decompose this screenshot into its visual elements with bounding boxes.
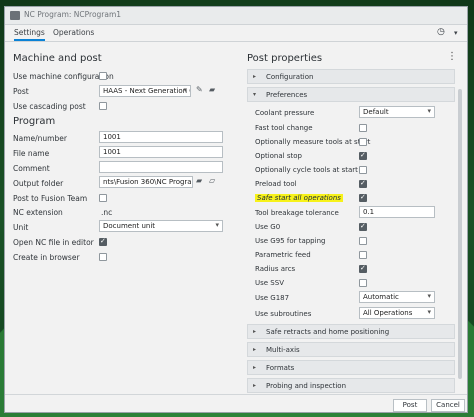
file-name-label: File name — [13, 149, 50, 158]
open-nc-file-checkbox[interactable] — [99, 237, 107, 246]
use-ssv-checkbox[interactable] — [359, 279, 367, 287]
group-preferences-label: Preferences — [266, 91, 308, 99]
tab-settings[interactable]: Settings — [14, 28, 45, 41]
use-g187-value: Automatic — [363, 293, 399, 301]
optionally-cycle-label: Optionally cycle tools at start — [255, 166, 358, 174]
preload-tool-checkbox[interactable] — [359, 179, 367, 188]
use-g187-label: Use G187 — [255, 294, 290, 302]
post-select[interactable]: HAAS - Next Generation Cc — [99, 85, 191, 97]
edit-pencil-icon[interactable]: ✎ — [196, 85, 203, 94]
use-cascading-post-label: Use cascading post — [13, 102, 86, 111]
scrollbar[interactable] — [458, 89, 462, 379]
use-machine-configuration-checkbox[interactable] — [99, 72, 107, 80]
group-formats[interactable]: ▸ Formats — [247, 360, 455, 375]
tab-bar: Settings Operations ◷ ▾ — [5, 25, 467, 42]
parametric-feed-checkbox[interactable] — [359, 251, 367, 259]
post-button[interactable]: Post — [393, 399, 427, 412]
name-number-label: Name/number — [13, 134, 67, 143]
safe-start-label: Safe start all operations — [255, 194, 343, 202]
parametric-feed-label: Parametric feed — [255, 251, 311, 259]
unit-label: Unit — [13, 223, 29, 232]
group-formats-label: Formats — [266, 364, 295, 372]
program-section-title: Program — [13, 116, 56, 127]
dialog-footer: Post Cancel — [5, 394, 467, 412]
nc-program-icon — [10, 11, 20, 20]
nc-extension-value: .nc — [101, 208, 113, 217]
chevron-right-icon: ▸ — [253, 364, 257, 371]
use-g95-label: Use G95 for tapping — [255, 237, 326, 245]
group-configuration[interactable]: ▸ Configuration — [247, 69, 455, 84]
unit-select[interactable]: Document unit — [99, 220, 223, 232]
chevron-right-icon: ▸ — [253, 73, 257, 80]
tool-breakage-input[interactable]: 0.1 — [359, 206, 435, 218]
group-safe-retracts-label: Safe retracts and home positioning — [266, 328, 390, 336]
use-cascading-post-checkbox[interactable] — [99, 102, 107, 110]
name-number-input[interactable]: 1001 — [99, 131, 223, 143]
folder-icon[interactable]: ▰ — [196, 176, 202, 185]
settings-panel: Machine and post Use machine configurati… — [5, 43, 233, 412]
radius-arcs-checkbox[interactable] — [359, 264, 367, 273]
output-folder-label: Output folder — [13, 179, 64, 188]
chevron-down-icon: ▾ — [253, 91, 257, 98]
optional-stop-checkbox[interactable] — [359, 151, 367, 160]
coolant-pressure-label: Coolant pressure — [255, 109, 315, 117]
post-to-fusion-team-checkbox[interactable] — [99, 194, 107, 202]
radius-arcs-label: Radius arcs — [255, 265, 296, 273]
optionally-cycle-checkbox[interactable] — [359, 166, 367, 174]
coolant-pressure-value: Default — [363, 108, 389, 116]
coolant-pressure-select[interactable]: Default — [359, 106, 435, 118]
group-multi-axis-label: Multi-axis — [266, 346, 300, 354]
post-properties-title: Post properties — [247, 53, 323, 64]
group-multi-axis[interactable]: ▸ Multi-axis — [247, 342, 455, 357]
title-bar: NC Program: NCProgram1 — [5, 7, 467, 25]
open-folder-icon[interactable]: ▱ — [209, 176, 215, 185]
use-subroutines-select[interactable]: All Operations — [359, 307, 435, 319]
use-ssv-label: Use SSV — [255, 279, 284, 287]
unit-value: Document unit — [103, 222, 156, 230]
chevron-right-icon: ▸ — [253, 346, 257, 353]
use-g95-checkbox[interactable] — [359, 237, 367, 245]
cancel-button[interactable]: Cancel — [431, 399, 465, 412]
use-g0-checkbox[interactable] — [359, 222, 367, 231]
optional-stop-label: Optional stop — [255, 152, 302, 160]
window-title: NC Program: NCProgram1 — [24, 10, 122, 19]
preload-tool-label: Preload tool — [255, 180, 297, 188]
create-in-browser-checkbox[interactable] — [99, 253, 107, 261]
chevron-right-icon: ▸ — [253, 382, 257, 389]
post-value: HAAS - Next Generation Cc — [103, 87, 191, 95]
use-g187-select[interactable]: Automatic — [359, 291, 435, 303]
file-name-input[interactable]: 1001 — [99, 146, 223, 158]
group-preferences[interactable]: ▾ Preferences — [247, 87, 455, 102]
use-subroutines-value: All Operations — [363, 309, 413, 317]
more-options-icon[interactable]: ⋮ — [447, 51, 457, 62]
chevron-right-icon: ▸ — [253, 328, 257, 335]
post-to-fusion-team-label: Post to Fusion Team — [13, 194, 88, 203]
group-probing[interactable]: ▸ Probing and inspection — [247, 378, 455, 393]
tab-operations[interactable]: Operations — [53, 28, 94, 37]
nc-program-dialog: NC Program: NCProgram1 Settings Operatio… — [4, 6, 468, 413]
open-nc-file-label: Open NC file in editor — [13, 238, 94, 247]
help-clock-icon[interactable]: ◷ — [437, 27, 445, 37]
machine-section-title: Machine and post — [13, 53, 102, 64]
folder-icon[interactable]: ▰ — [209, 85, 215, 94]
fast-tool-change-label: Fast tool change — [255, 124, 313, 132]
group-probing-label: Probing and inspection — [266, 382, 347, 390]
post-label: Post — [13, 87, 29, 96]
use-g0-label: Use G0 — [255, 223, 281, 231]
comment-label: Comment — [13, 164, 50, 173]
safe-start-checkbox[interactable] — [359, 193, 367, 202]
group-safe-retracts[interactable]: ▸ Safe retracts and home positioning — [247, 324, 455, 339]
output-folder-input[interactable]: nts\Fusion 360\NC Programs — [99, 176, 193, 188]
optionally-measure-label: Optionally measure tools at start — [255, 138, 371, 146]
comment-input[interactable] — [99, 161, 223, 173]
tool-breakage-label: Tool breakage tolerance — [255, 209, 339, 217]
optionally-measure-checkbox[interactable] — [359, 138, 367, 146]
post-properties-panel: Post properties ⋮ ▸ Configuration ▾ Pref… — [239, 43, 467, 394]
create-in-browser-label: Create in browser — [13, 253, 80, 262]
group-configuration-label: Configuration — [266, 73, 314, 81]
nc-extension-label: NC extension — [13, 208, 63, 217]
chevron-down-icon[interactable]: ▾ — [454, 29, 458, 37]
use-subroutines-label: Use subroutines — [255, 310, 312, 318]
fast-tool-change-checkbox[interactable] — [359, 124, 367, 132]
